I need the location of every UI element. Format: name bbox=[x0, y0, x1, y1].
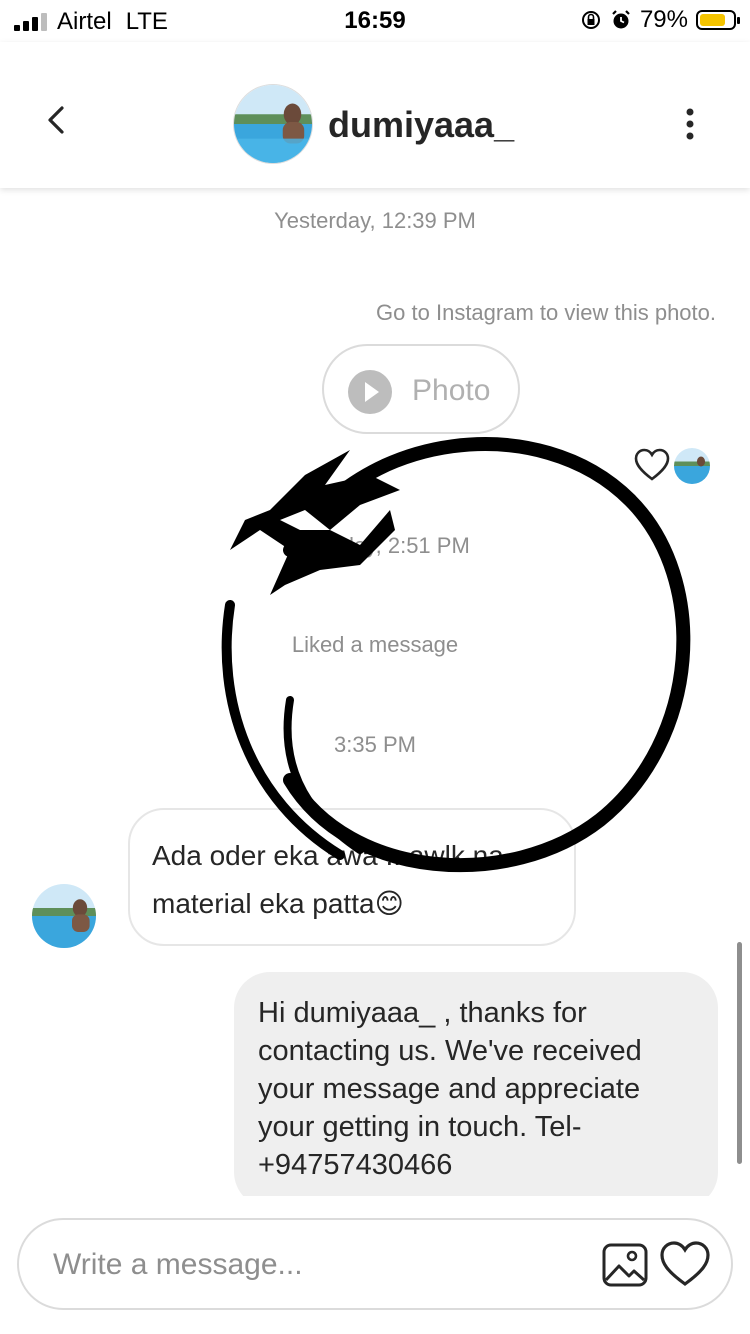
avatar[interactable] bbox=[32, 884, 96, 948]
more-vertical-icon[interactable] bbox=[676, 104, 704, 144]
heart-icon[interactable] bbox=[634, 448, 670, 482]
scrollbar[interactable] bbox=[737, 942, 742, 1164]
orientation-lock-icon bbox=[581, 11, 600, 29]
liked-message-note: Liked a message bbox=[291, 632, 459, 657]
image-icon[interactable] bbox=[601, 1242, 649, 1288]
photo-unavailable-note: Go to Instagram to view this photo. bbox=[376, 300, 716, 325]
battery-percent: 79% bbox=[639, 6, 688, 33]
message-input-box bbox=[17, 1218, 733, 1310]
timestamp: Yesterday, 12:39 PM bbox=[274, 208, 476, 233]
status-right: 79% bbox=[580, 6, 740, 34]
message-composer bbox=[0, 1196, 750, 1334]
message-input[interactable] bbox=[51, 1240, 575, 1290]
outgoing-message-bubble[interactable]: Hi dumiyaaa_ , thanks for contacting us.… bbox=[234, 972, 718, 1208]
battery-icon bbox=[696, 10, 740, 30]
photo-message-button[interactable]: Photo bbox=[322, 344, 520, 434]
profile-photo bbox=[674, 448, 710, 484]
timestamp: Yesterday, 2:51 PM bbox=[280, 533, 470, 558]
status-bar: Airtel LTE 16:59 79% bbox=[0, 0, 750, 42]
incoming-message-bubble[interactable]: Ada oder eka awa .. awlk na material eka… bbox=[128, 808, 576, 946]
profile-photo bbox=[32, 884, 96, 948]
profile-photo bbox=[234, 85, 312, 163]
play-icon bbox=[348, 370, 392, 414]
reaction-avatar bbox=[674, 448, 710, 484]
timestamp: 3:35 PM bbox=[334, 732, 416, 757]
photo-label: Photo bbox=[412, 374, 491, 407]
heart-icon[interactable] bbox=[659, 1240, 711, 1288]
chat-header: dumiyaaa_ bbox=[0, 42, 750, 188]
alarm-icon bbox=[612, 10, 630, 29]
avatar[interactable] bbox=[233, 84, 313, 164]
chevron-left-icon[interactable] bbox=[36, 100, 76, 140]
chat-username[interactable]: dumiyaaa_ bbox=[328, 104, 514, 146]
